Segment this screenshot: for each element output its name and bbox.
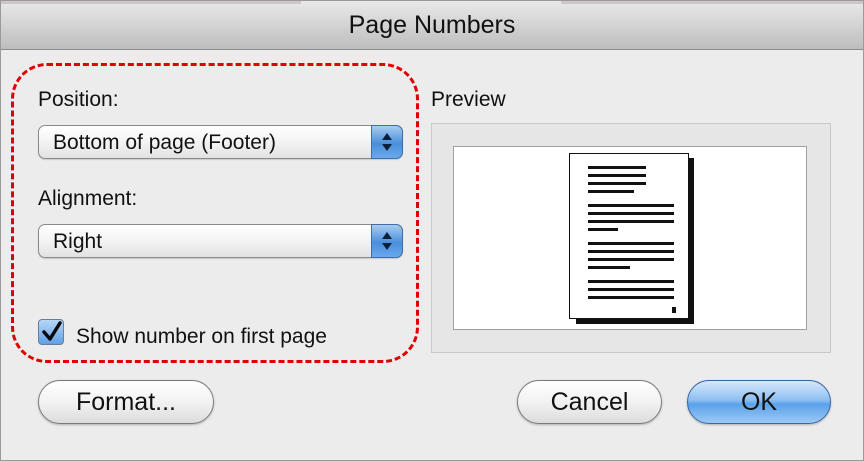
title-bar: Page Numbers [1,1,863,50]
position-label: Position: [38,88,119,111]
preview-label: Preview [431,88,506,111]
preview-text-line [588,204,674,207]
alignment-popup[interactable]: Right [38,224,403,258]
title-bar-strip-right [561,1,863,4]
preview-page-number-mark [672,307,676,313]
preview-text-line [588,296,674,299]
dialog-title: Page Numbers [348,11,516,39]
preview-text-line [588,182,646,185]
show-first-page-label[interactable]: Show number on first page [76,325,327,349]
preview-text-line [588,242,674,245]
checkmark-icon [42,321,62,341]
position-value: Bottom of page (Footer) [53,131,276,154]
preview-text-line [588,174,646,177]
position-popup[interactable]: Bottom of page (Footer) [38,125,403,159]
popup-arrows-icon [371,125,403,159]
preview-text-line [588,258,674,261]
cancel-button[interactable]: Cancel [517,380,662,424]
preview-text-line [588,250,674,253]
page-numbers-dialog: Page Numbers Position: Bottom of page (F… [0,0,864,461]
preview-text-line [588,288,674,291]
show-first-page-checkbox[interactable] [38,319,64,345]
alignment-label: Alignment: [38,187,138,210]
preview-page [569,153,689,319]
alignment-value: Right [53,230,103,253]
format-button[interactable]: Format... [38,380,214,424]
title-bar-strip-left [1,1,301,4]
preview-text-line [588,220,674,223]
popup-arrows-icon [371,224,403,258]
preview-text-line [588,166,646,169]
preview-text-line [588,228,618,231]
preview-text-line [588,266,630,269]
preview-text-line [588,280,674,283]
preview-text-line [588,190,634,193]
preview-text-line [588,212,674,215]
ok-button[interactable]: OK [687,380,831,424]
